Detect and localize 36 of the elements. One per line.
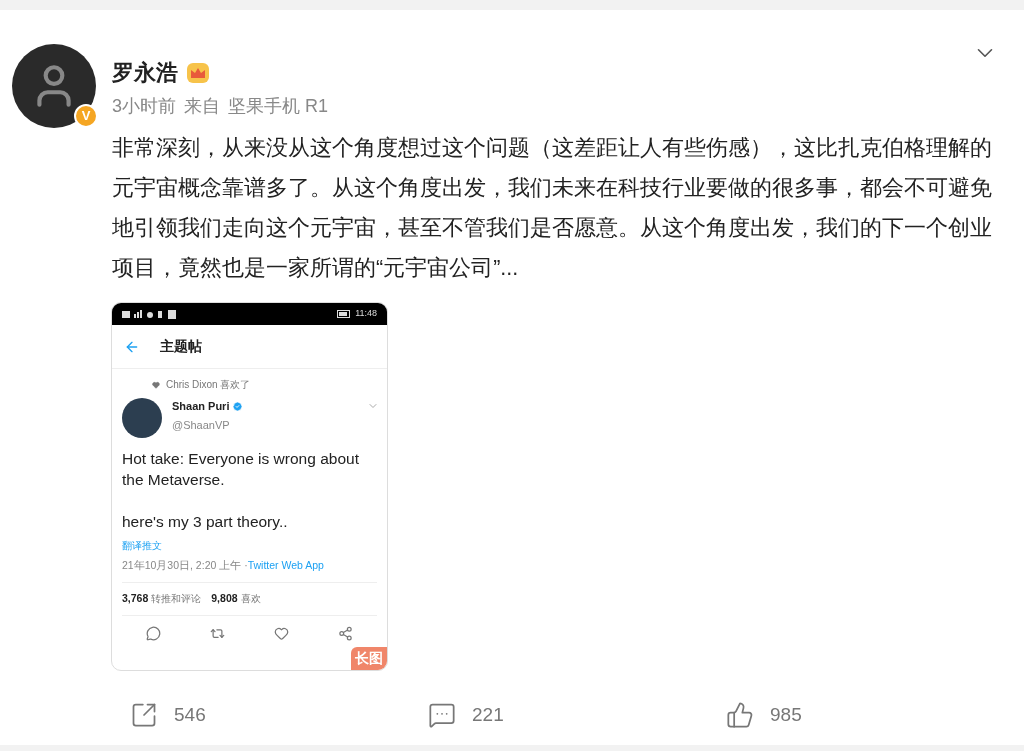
share-icon[interactable] — [337, 625, 353, 641]
comment-action[interactable]: 221 — [428, 701, 726, 730]
stat-count: 3,768 — [122, 591, 149, 606]
client-link[interactable]: Twitter Web App — [247, 558, 324, 574]
comment-icon — [428, 701, 456, 730]
reply-icon[interactable] — [146, 625, 162, 641]
screen-title: 主题帖 — [160, 337, 202, 356]
long-image-badge: 长图 — [351, 647, 387, 670]
author-name[interactable]: 罗永浩 — [112, 58, 178, 88]
post-text: 非常深刻，从来没从这个角度想过这个问题（这差距让人有些伤感），这比扎克伯格理解的元宇宙概念靠谱多了。从这个角度出发，我们未来在科技行业要做的很多事，都会不可避免地引领我们走向这个元宇宙，甚至不管我们是否愿意。从这个角度出发，我们的下一个创业项目，竟然也是一家所谓的“元宇宙公司”... — [112, 135, 992, 282]
stat-label: 转推和评论 — [151, 592, 202, 607]
verified-badge: V — [74, 104, 98, 128]
user-name: Shaan Puri — [172, 399, 230, 414]
crown-icon — [186, 62, 210, 84]
status-time: 11:48 — [355, 307, 377, 321]
tweet-timestamp: 21年10月30日, 2:20 上午 · — [122, 558, 248, 574]
source-label: 来自 — [184, 95, 220, 118]
stat-count: 9,808 — [211, 591, 238, 606]
embedded-screenshot[interactable]: 11:48 主题帖 Chris Dixon 喜欢了 Shaan Puri @ShaanVP Hot take: Everyone is wrong about the Metaverse. here's my 3 part theory.. 翻译推文 21年10月30日, 2:20 上午 ·Twitter Web App 3,768 转推和评论 9,808 喜欢 长图 — [111, 302, 388, 671]
heart-icon[interactable] — [273, 625, 289, 641]
stat-label: 喜欢 — [240, 592, 261, 607]
share-action[interactable]: 546 — [130, 701, 428, 730]
tweet-text: here's my 3 part theory.. — [122, 512, 289, 532]
translate-link[interactable]: 翻译推文 — [112, 539, 387, 554]
thumbs-up-icon — [726, 701, 754, 730]
heart-icon — [152, 380, 160, 389]
source-device[interactable]: 坚果手机 R1 — [228, 94, 329, 118]
tweet-text: Hot take: Everyone is wrong about the Metaverse. — [122, 449, 360, 490]
like-action[interactable]: 985 — [726, 701, 1024, 730]
liked-by-text: Chris Dixon 喜欢了 — [166, 378, 251, 392]
user-avatar — [122, 398, 162, 438]
verified-icon — [232, 400, 244, 412]
post-time: 3小时前 — [112, 95, 176, 118]
status-icons-drawing — [122, 309, 178, 319]
battery-icon — [337, 310, 352, 318]
user-handle: @ShaanVP — [172, 417, 231, 433]
